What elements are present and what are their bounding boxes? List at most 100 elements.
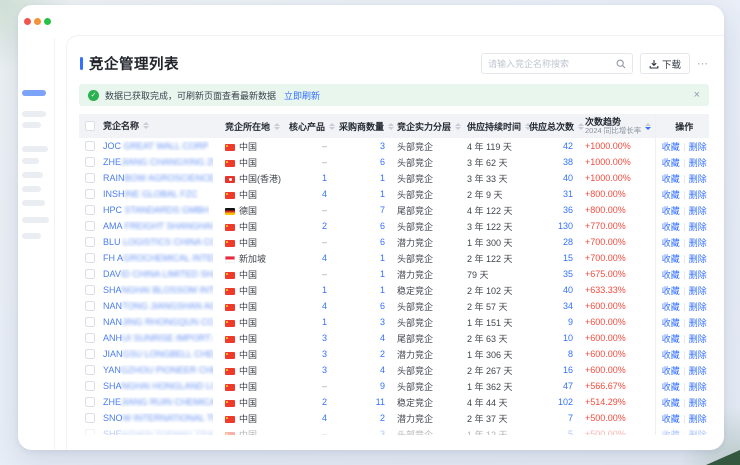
core-products-count[interactable]: 3 [322, 333, 327, 343]
total-supply-count[interactable]: 8 [568, 349, 573, 359]
buyers-count[interactable]: 1 [380, 189, 385, 199]
delete-link[interactable]: 删除 [689, 318, 707, 328]
delete-link[interactable]: 删除 [689, 190, 707, 200]
total-supply-count[interactable]: 102 [558, 397, 573, 407]
total-supply-count[interactable]: 16 [563, 365, 573, 375]
core-products-count[interactable]: 3 [322, 349, 327, 359]
sidebar-item[interactable] [22, 122, 41, 128]
sort-icon[interactable] [329, 123, 335, 130]
buyers-count[interactable]: 4 [380, 333, 385, 343]
favorite-link[interactable]: 收藏 [662, 398, 680, 408]
total-supply-count[interactable]: 31 [563, 189, 573, 199]
sidebar-item[interactable] [22, 233, 41, 239]
company-name-link[interactable]: JOC GREAT WALL CORP [103, 141, 209, 151]
favorite-link[interactable]: 收藏 [662, 414, 680, 424]
total-supply-count[interactable]: 47 [563, 381, 573, 391]
favorite-link[interactable]: 收藏 [662, 270, 680, 280]
favorite-link[interactable]: 收藏 [662, 286, 680, 296]
favorite-link[interactable]: 收藏 [662, 334, 680, 344]
row-checkbox[interactable] [85, 333, 95, 343]
row-checkbox[interactable] [85, 349, 95, 359]
company-name-link[interactable]: AMA FREIGHT SHANGHAI CO LTD [103, 221, 213, 231]
download-button[interactable]: 下载 [640, 53, 690, 74]
company-name-link[interactable]: NANJING RHONGQUN CO LTD [103, 317, 213, 327]
delete-link[interactable]: 删除 [689, 206, 707, 216]
row-checkbox[interactable] [85, 365, 95, 375]
buyers-count[interactable]: 4 [380, 365, 385, 375]
total-supply-count[interactable]: 10 [563, 333, 573, 343]
company-name-link[interactable]: SHANGHAI BLOSSOM INTERNATIO... [103, 285, 213, 295]
delete-link[interactable]: 删除 [689, 142, 707, 152]
column-header-3[interactable]: 核心产品 [283, 114, 333, 138]
row-checkbox[interactable] [85, 269, 95, 279]
delete-link[interactable]: 删除 [689, 430, 707, 436]
total-supply-count[interactable]: 130 [558, 221, 573, 231]
sidebar-item[interactable] [22, 200, 45, 206]
delete-link[interactable]: 删除 [689, 398, 707, 408]
buyers-count[interactable]: 2 [380, 413, 385, 423]
sort-icon[interactable] [645, 123, 651, 130]
buyers-count[interactable]: 6 [380, 301, 385, 311]
buyers-count[interactable]: 1 [380, 173, 385, 183]
row-checkbox[interactable] [85, 301, 95, 311]
delete-link[interactable]: 删除 [689, 158, 707, 168]
row-checkbox[interactable] [85, 253, 95, 263]
total-supply-count[interactable]: 38 [563, 157, 573, 167]
row-checkbox[interactable] [85, 141, 95, 151]
favorite-link[interactable]: 收藏 [662, 190, 680, 200]
row-checkbox[interactable] [85, 237, 95, 247]
favorite-link[interactable]: 收藏 [662, 382, 680, 392]
buyers-count[interactable]: 6 [380, 237, 385, 247]
sort-icon[interactable] [143, 122, 149, 129]
row-checkbox[interactable] [85, 429, 95, 435]
delete-link[interactable]: 删除 [689, 254, 707, 264]
close-window-dot[interactable] [24, 18, 31, 25]
row-checkbox[interactable] [85, 189, 95, 199]
core-products-count[interactable]: 1 [322, 285, 327, 295]
total-supply-count[interactable]: 40 [563, 285, 573, 295]
favorite-link[interactable]: 收藏 [662, 238, 680, 248]
company-name-link[interactable]: ZHEJIANG RUIN CHEMICAL [103, 397, 213, 407]
row-checkbox[interactable] [85, 413, 95, 423]
company-name-link[interactable]: INSHINE GLOBAL FZC [103, 189, 198, 199]
row-checkbox[interactable] [85, 381, 95, 391]
core-products-count[interactable]: 4 [322, 413, 327, 423]
delete-link[interactable]: 删除 [689, 238, 707, 248]
buyers-count[interactable]: 3 [380, 141, 385, 151]
row-checkbox[interactable] [85, 397, 95, 407]
sidebar-item[interactable] [22, 172, 43, 178]
delete-link[interactable]: 删除 [689, 414, 707, 424]
column-header-2[interactable]: 竞企所在地 [219, 114, 283, 138]
core-products-count[interactable]: 4 [322, 301, 327, 311]
company-name-link[interactable]: ZHEJIANG CHANGXING ZHONGSH... [103, 157, 213, 167]
company-name-link[interactable]: ANHUI SUNRISE IMPORT AND EXP... [103, 333, 213, 343]
sort-icon[interactable] [388, 123, 394, 130]
sort-icon[interactable] [274, 123, 280, 130]
buyers-count[interactable]: 2 [380, 349, 385, 359]
total-supply-count[interactable]: 35 [563, 269, 573, 279]
core-products-count[interactable]: 2 [322, 397, 327, 407]
favorite-link[interactable]: 收藏 [662, 158, 680, 168]
core-products-count[interactable]: 2 [322, 221, 327, 231]
row-checkbox[interactable] [85, 173, 95, 183]
row-checkbox[interactable] [85, 221, 95, 231]
delete-link[interactable]: 删除 [689, 334, 707, 344]
delete-link[interactable]: 删除 [689, 366, 707, 376]
company-name-link[interactable]: HPC STANDARDS GMBH [103, 205, 209, 215]
column-header-4[interactable]: 采购商数量 [333, 114, 391, 138]
minimize-window-dot[interactable] [34, 18, 41, 25]
company-name-link[interactable]: DAVID CHINA LIMITED SHANGHA... [103, 269, 213, 279]
core-products-count[interactable]: 4 [322, 253, 327, 263]
company-name-link[interactable]: SHENZHEN TOPWAY TRADING CO... [103, 429, 213, 435]
buyers-count[interactable]: 3 [380, 317, 385, 327]
core-products-count[interactable]: 1 [322, 173, 327, 183]
favorite-link[interactable]: 收藏 [662, 430, 680, 436]
search-input[interactable] [488, 59, 616, 69]
column-header-5[interactable]: 竞企实力分层 [391, 114, 461, 138]
select-all-checkbox[interactable] [85, 121, 95, 131]
delete-link[interactable]: 删除 [689, 174, 707, 184]
delete-link[interactable]: 删除 [689, 350, 707, 360]
core-products-count[interactable]: 4 [322, 189, 327, 199]
company-name-link[interactable]: RAINBOW AGROSCIENCES PTE CO ... [103, 173, 213, 183]
sidebar-item[interactable] [22, 111, 46, 117]
